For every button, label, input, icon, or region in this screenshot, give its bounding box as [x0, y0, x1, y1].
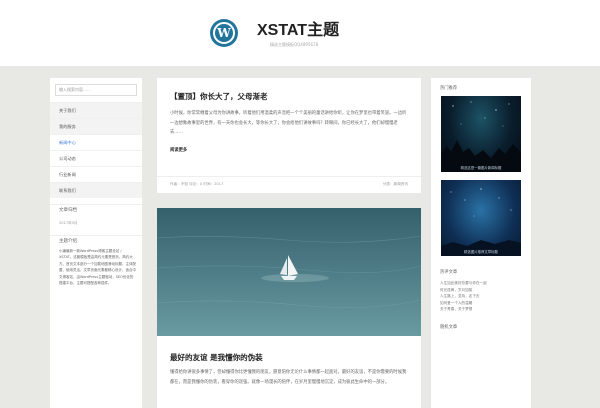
recent-list: 人生如此美好总要与你在一起 时光荏苒，岁月如梭 人生路上，坚持，走下去 如何爱一… — [431, 280, 531, 313]
recent-item[interactable]: 如何爱一个人的温暖 — [440, 300, 531, 307]
recent-title: 热评文章 — [440, 270, 458, 275]
logo-letter: W — [213, 22, 235, 44]
popular-thumb[interactable]: 精选这是一篇图片新闻标题 — [441, 96, 521, 172]
nav-item-contact[interactable]: 联系我们 — [50, 182, 142, 198]
nav-item-about[interactable]: 关于我们 — [50, 102, 142, 118]
recent-item[interactable]: 关于青春，关于梦想 — [440, 306, 531, 313]
site-subtitle: 精选主题模板QQ4895678 — [270, 42, 319, 47]
post-excerpt: 小时候，你常常缠着父母为你讲故事，听着他们用温柔的声音把一个个美丽的童话讲给你听… — [170, 111, 407, 135]
intro-title: 主题介绍 — [50, 235, 142, 248]
post-card: 最好的友谊 是我懂你的伪装 懂得给你讲很多事情了，但却懂得你比更懂我的朋友，愿意… — [157, 208, 421, 408]
nav-item-services[interactable]: 我的服务 — [50, 118, 142, 134]
right-sidebar: 热门推荐 精选这是一篇图片新闻标题 精选图片推荐文章标题 热评文章 人生如此美好… — [431, 78, 531, 408]
main-content: 【置顶】你长大了，父母渐老 小时候，你常常缠着父母为你讲故事，听着他们用温柔的声… — [157, 78, 421, 408]
post-title[interactable]: 【置顶】你长大了，父母渐老 — [170, 91, 268, 102]
intro-text: 小编最新一款WordPress博客主题全站 / XSTAT。这套模板是由简约元素… — [59, 249, 136, 286]
post-featured-image[interactable] — [157, 208, 421, 336]
random-posts-title: 随机文章 — [440, 324, 458, 330]
post-footer: 作者：不知 评论：0 时间：2017 分类：新闻资讯 — [157, 176, 421, 193]
recent-item[interactable]: 人生路上，坚持，走下去 — [440, 293, 531, 300]
sailboat-sea-image — [157, 208, 421, 336]
starry-sky-image — [441, 188, 521, 256]
night-sky-image — [441, 101, 521, 172]
nav-item-news[interactable]: 新闻中心 — [50, 134, 142, 150]
thumb-caption[interactable]: 精选这是一篇图片新闻标题 — [441, 165, 521, 170]
recent-item[interactable]: 人生如此美好总要与你在一起 — [440, 280, 531, 287]
post-title[interactable]: 最好的友谊 是我懂你的伪装 — [170, 352, 263, 363]
wordpress-logo-icon[interactable]: W — [210, 19, 238, 47]
thumb-caption[interactable]: 精选图片推荐文章标题 — [441, 249, 521, 254]
recent-item[interactable]: 时光荏苒，岁月如梭 — [440, 287, 531, 294]
nav-item-company-news[interactable]: 公司动态 — [50, 150, 142, 166]
search-input[interactable]: 输入搜索内容…… — [55, 84, 137, 96]
popular-thumb[interactable]: 精选图片推荐文章标题 — [441, 180, 521, 256]
archive-link[interactable]: 2017年5月 — [50, 217, 142, 229]
popular-title: 热门推荐 — [440, 86, 458, 91]
post-category[interactable]: 分类：新闻资讯 — [383, 182, 408, 187]
archive-title: 文章归档 — [50, 204, 142, 217]
nav-item-industry-news[interactable]: 行业新闻 — [50, 166, 142, 182]
site-header: W XSTAT主题 精选主题模板QQ4895678 — [0, 0, 600, 66]
read-more-link[interactable]: 阅读更多 — [170, 147, 187, 153]
post-meta: 作者：不知 评论：0 时间：2017 — [170, 182, 224, 186]
post-card: 【置顶】你长大了，父母渐老 小时候，你常常缠着父母为你讲故事，听着他们用温柔的声… — [157, 78, 421, 193]
left-sidebar: 输入搜索内容…… 关于我们 我的服务 新闻中心 公司动态 行业新闻 联系我们 文… — [50, 78, 142, 408]
site-title[interactable]: XSTAT主题 — [257, 16, 339, 40]
post-excerpt: 懂得给你讲很多事情了，但却懂得你比更懂我的朋友，愿意陪你无论什么事情都一起面对。… — [170, 370, 407, 385]
